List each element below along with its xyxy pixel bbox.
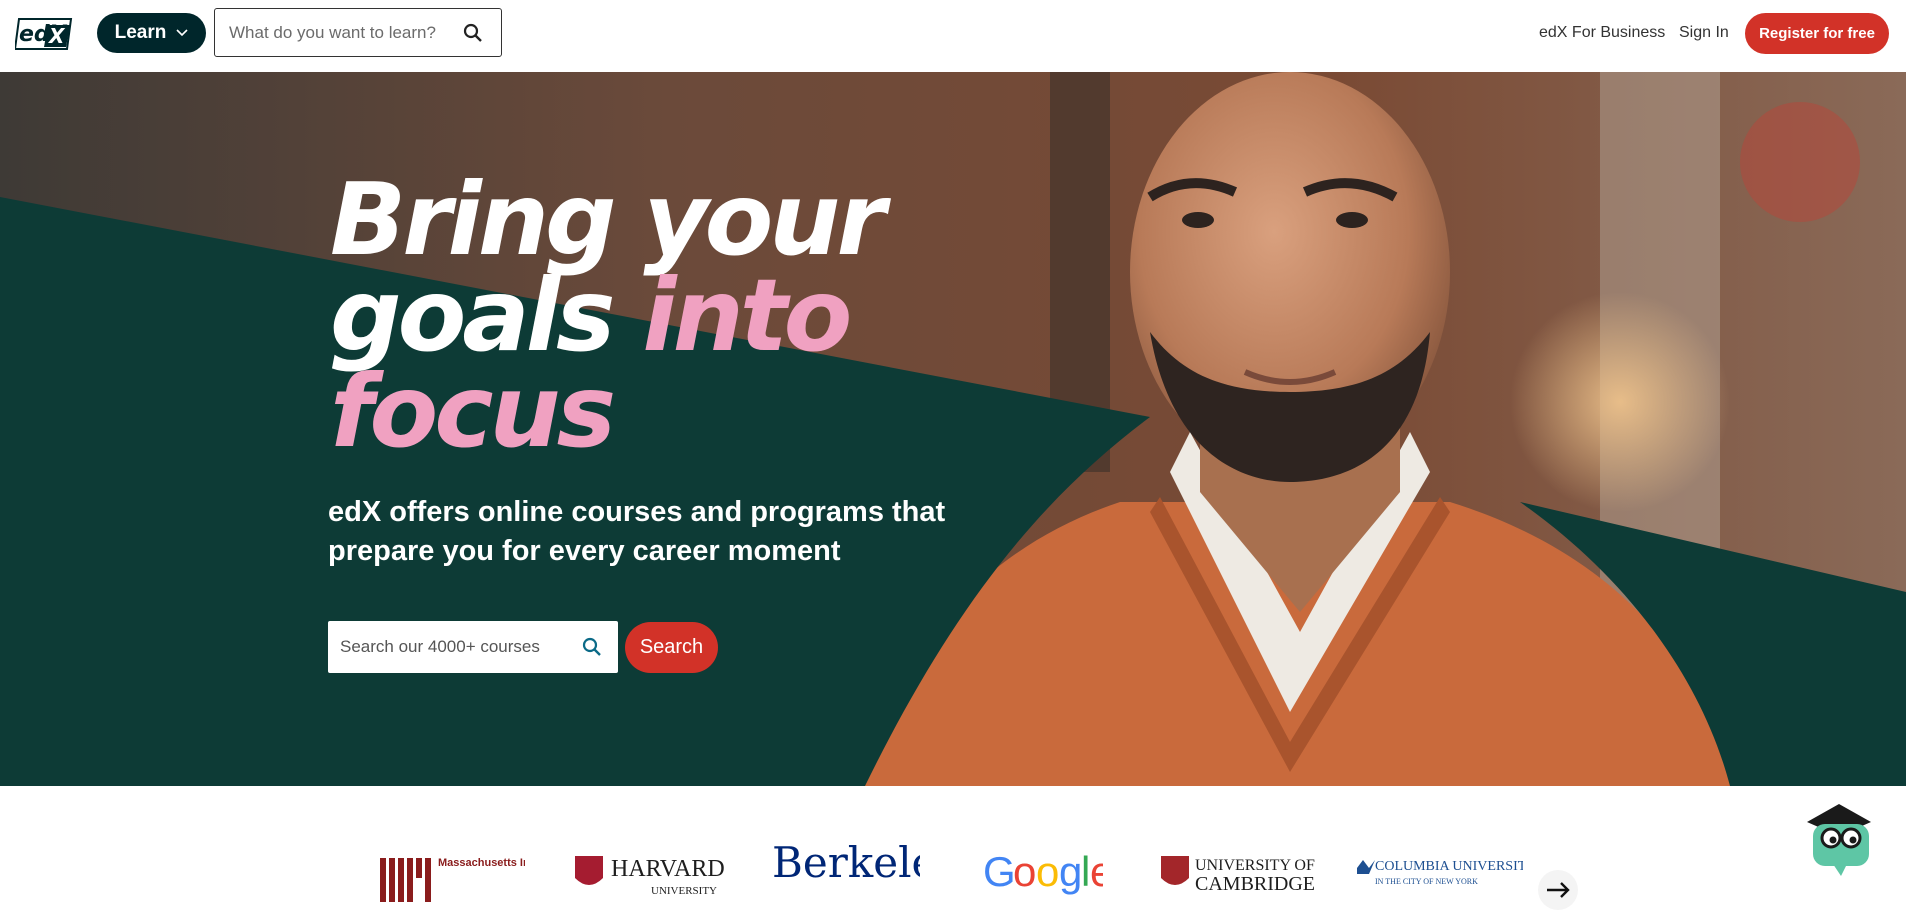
svg-text:X: X [47,24,66,48]
columbia-text-1: COLUMBIA UNIVERSITY [1375,859,1523,874]
hero-search-box [328,621,618,673]
edx-for-business-link[interactable]: edX For Business [1539,24,1665,42]
svg-text:G: G [983,848,1016,895]
columbia-text-2: IN THE CITY OF NEW YORK [1375,877,1478,886]
svg-text:g: g [1059,848,1082,895]
cambridge-text-1: UNIVERSITY OF [1195,857,1315,874]
svg-text:l: l [1081,848,1090,895]
hero-search-input[interactable] [340,637,570,657]
chatbot-widget-icon[interactable] [1803,800,1875,878]
search-icon[interactable] [463,23,483,43]
search-icon[interactable] [582,637,602,657]
learn-label: Learn [114,22,167,43]
google-logo[interactable]: G o o g l e [983,840,1103,896]
headline-into: into [642,257,852,374]
headline-line-1: Bring your [330,161,886,278]
hero-banner: Bring your goals into focus edX offers o… [0,72,1906,786]
mit-logo[interactable]: Massachusetts Institute of Technology [380,846,525,902]
hero-green-shape [0,197,1906,786]
hero-headline: Bring your goals into focus [330,161,886,470]
svg-text:o: o [1036,848,1059,895]
mit-text: Massachusetts Institute of Technology [438,857,525,869]
svg-text:e: e [1090,848,1103,895]
hero-subhead: edX offers online courses and programs t… [328,496,946,567]
berkeley-logo[interactable]: Berkeley [772,838,920,894]
headline-line-3: focus [330,353,616,470]
arrow-right-icon [1547,882,1570,898]
site-header: edX X Learn edX For Business Sign In Reg… [0,0,1906,72]
register-button[interactable]: Register for free [1745,13,1889,54]
header-search-input[interactable] [229,22,459,43]
svg-text:o: o [1013,848,1036,895]
cambridge-logo[interactable]: UNIVERSITY OF CAMBRIDGE [1161,846,1321,902]
learn-menu-button[interactable]: Learn [97,13,206,53]
chevron-down-icon [176,29,188,37]
partners-next-button[interactable] [1538,870,1578,910]
harvard-text: HARVARD [611,856,725,882]
columbia-logo[interactable]: COLUMBIA UNIVERSITY IN THE CITY OF NEW Y… [1355,846,1523,902]
partner-logos-strip: Massachusetts Institute of Technology HA… [0,786,1906,902]
hero-search-button[interactable]: Search [625,622,718,673]
header-search-box [214,8,502,57]
sign-in-link[interactable]: Sign In [1679,24,1729,42]
harvard-sub-text: UNIVERSITY [651,885,717,897]
headline-line-2: goals into [330,266,882,366]
edx-logo[interactable]: edX X [15,17,73,51]
harvard-logo[interactable]: HARVARD UNIVERSITY [573,846,725,902]
cambridge-text-2: CAMBRIDGE [1195,873,1315,895]
